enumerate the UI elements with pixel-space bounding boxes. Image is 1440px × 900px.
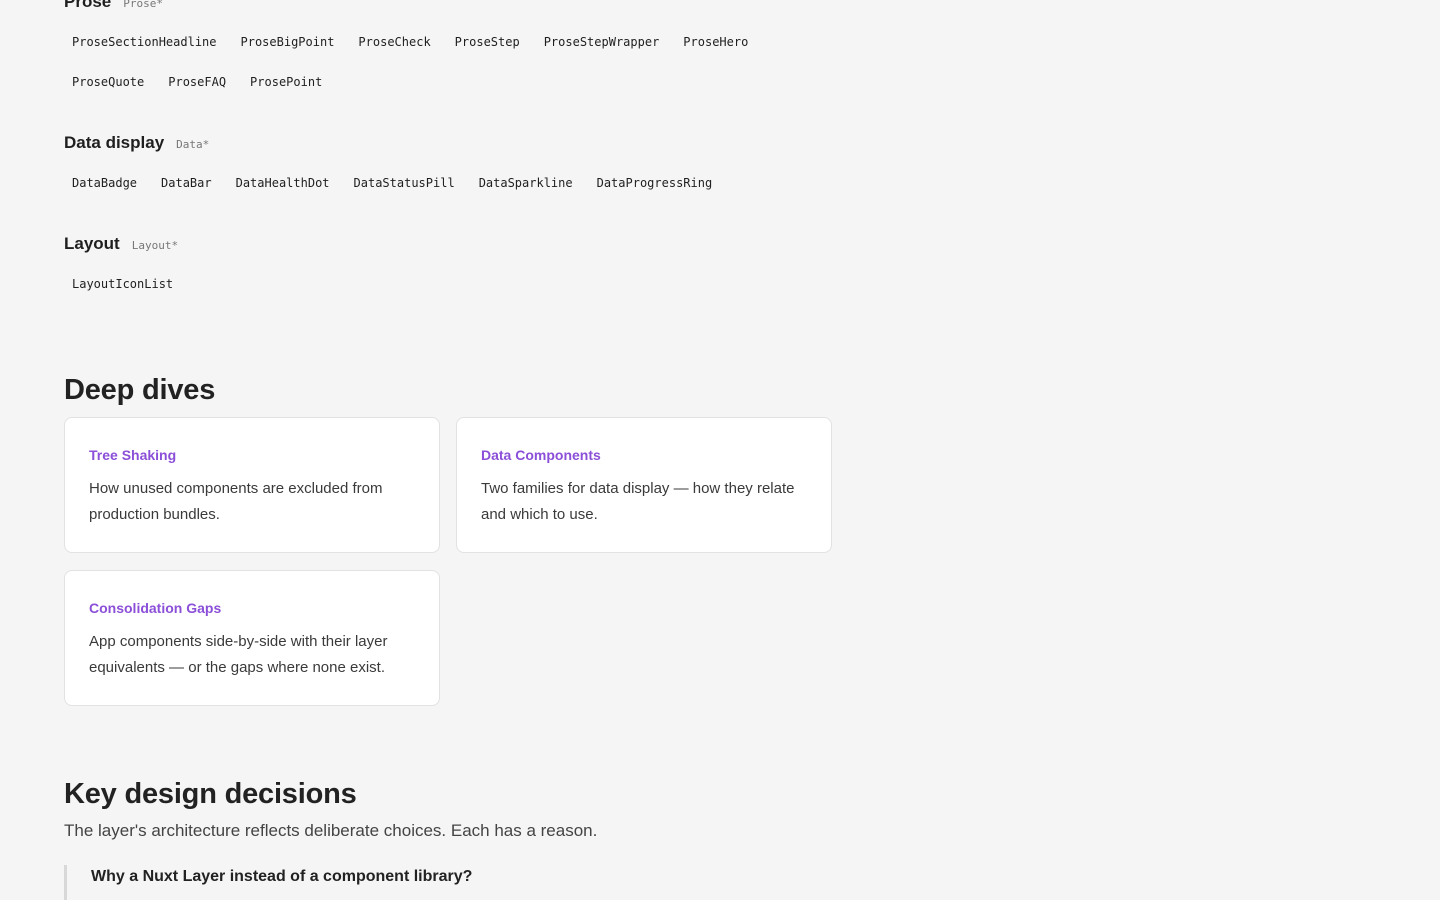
group-prose: Prose Prose* ProseSectionHeadline ProseB…	[64, 0, 832, 133]
component-chip-list: LayoutIconList	[64, 272, 832, 296]
component-chip[interactable]: DataStatusPill	[346, 171, 463, 195]
component-chip[interactable]: ProseStep	[447, 30, 528, 54]
component-chip[interactable]: LayoutIconList	[64, 272, 181, 296]
card-title: Data Components	[481, 447, 601, 463]
group-header: Data display Data*	[64, 133, 832, 161]
component-chip[interactable]: ProsePoint	[242, 70, 330, 94]
component-chip[interactable]: ProseFAQ	[160, 70, 234, 94]
component-chip[interactable]: ProseCheck	[350, 30, 438, 54]
group-header: Prose Prose*	[64, 0, 832, 20]
component-chip[interactable]: DataHealthDot	[228, 171, 338, 195]
card-description: App components side-by-side with their l…	[89, 633, 388, 676]
card-description: How unused components are excluded from …	[89, 480, 383, 523]
section-title: Key design decisions	[64, 778, 357, 810]
faq-question: Why a Nuxt Layer instead of a component …	[91, 868, 473, 885]
page: Prose Prose* ProseSectionHeadline ProseB…	[0, 0, 1440, 900]
component-chip[interactable]: DataBadge	[64, 171, 145, 195]
deep-dive-card[interactable]: Tree Shaking How unused components are e…	[64, 417, 440, 553]
group-title: Prose	[64, 0, 112, 11]
group-header: Layout Layout*	[64, 234, 832, 262]
group-prefix: Prose*	[123, 0, 163, 10]
design-decisions-section: Key design decisions The layer's archite…	[64, 771, 832, 900]
component-chip[interactable]: DataSparkline	[471, 171, 581, 195]
component-chip[interactable]: DataProgressRing	[589, 171, 721, 195]
group-layout: Layout Layout* LayoutIconList	[64, 234, 832, 367]
group-title: Layout	[64, 234, 120, 253]
deep-dives-section: Deep dives Tree Shaking How unused compo…	[64, 367, 832, 771]
group-title: Data display	[64, 133, 165, 152]
main-content: Prose Prose* ProseSectionHeadline ProseB…	[64, 0, 832, 900]
card-title: Tree Shaking	[89, 447, 177, 463]
component-chip-list: ProseSectionHeadline ProseBigPoint Prose…	[64, 30, 784, 94]
deep-dive-card[interactable]: Data Components Two families for data di…	[456, 417, 832, 553]
component-chip-list: DataBadge DataBar DataHealthDot DataStat…	[64, 171, 832, 195]
section-title: Deep dives	[64, 374, 216, 406]
section-lead: The layer's architecture reflects delibe…	[64, 821, 598, 840]
component-chip[interactable]: ProseSectionHeadline	[64, 30, 225, 54]
faq-item[interactable]: Why a Nuxt Layer instead of a component …	[64, 865, 832, 900]
component-chip[interactable]: ProseHero	[675, 30, 756, 54]
component-chip[interactable]: DataBar	[153, 171, 220, 195]
deep-dive-card[interactable]: Consolidation Gaps App components side-b…	[64, 570, 440, 706]
card-title: Consolidation Gaps	[89, 600, 222, 616]
component-chip[interactable]: ProseQuote	[64, 70, 152, 94]
deep-dive-cards: Tree Shaking How unused components are e…	[64, 417, 832, 706]
component-chip[interactable]: ProseStepWrapper	[536, 30, 668, 54]
component-chip[interactable]: ProseBigPoint	[233, 30, 343, 54]
card-description: Two families for data display — how they…	[481, 480, 795, 523]
group-prefix: Data*	[176, 138, 210, 151]
group-data-display: Data display Data* DataBadge DataBar Dat…	[64, 133, 832, 234]
group-prefix: Layout*	[131, 239, 179, 252]
